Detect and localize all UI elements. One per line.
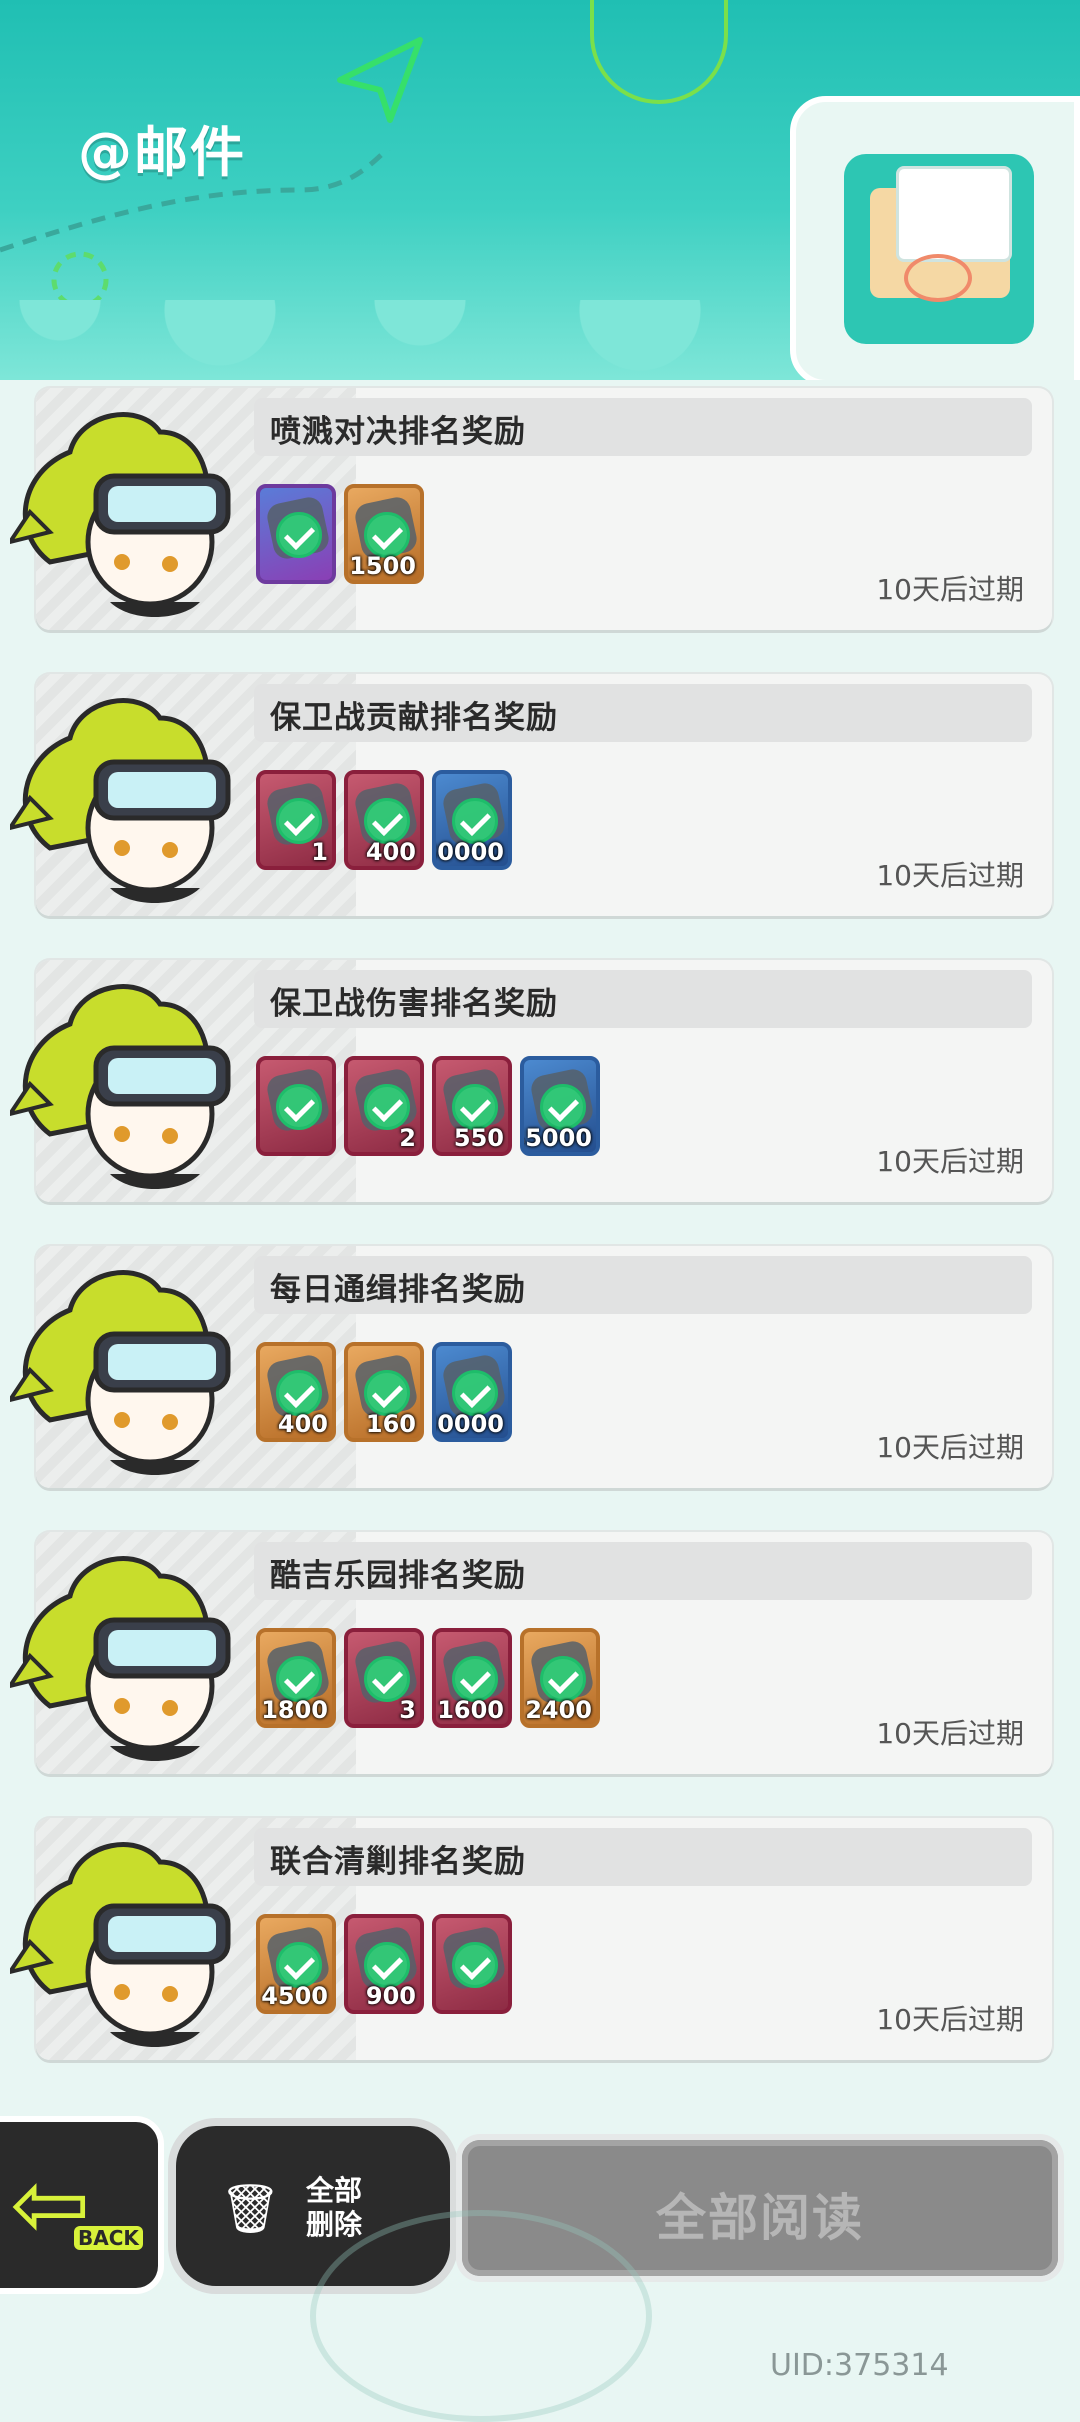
mail-title: 保卫战伤害排名奖励 xyxy=(270,986,558,1022)
reward-item[interactable]: 1 xyxy=(256,770,336,870)
delete-all-label: 全部删除 xyxy=(305,2174,362,2241)
paper-plane-icon xyxy=(337,37,423,123)
mail-title: 联合清剿排名奖励 xyxy=(270,1844,526,1880)
reward-item-quantity: 2 xyxy=(399,1124,416,1152)
reward-item-quantity: 2400 xyxy=(525,1696,592,1724)
reward-item-quantity: 900 xyxy=(365,1982,416,2010)
mail-title: 喷溅对决排名奖励 xyxy=(270,414,526,450)
page-title: @邮件 xyxy=(78,121,246,184)
reward-item[interactable]: 2 xyxy=(344,1056,424,1156)
mail-title: 每日通缉排名奖励 xyxy=(270,1272,526,1308)
trash-icon: 🗑 xyxy=(220,2181,281,2237)
mail-expiry: 10天后过期 xyxy=(876,1145,1024,1178)
mail-item[interactable]: 保卫战伤害排名奖励 2 550 45000 10天后过期 xyxy=(5,960,1052,1202)
reward-item[interactable] xyxy=(256,1056,336,1156)
reward-item-quantity: 30000 xyxy=(436,838,504,866)
mail-item[interactable]: 喷溅对决排名奖励 1500 10天后过期 xyxy=(5,388,1052,630)
reward-item[interactable]: 3 xyxy=(344,1628,424,1728)
reward-item[interactable]: 900 xyxy=(344,1914,424,2014)
sender-avatar xyxy=(5,964,240,1194)
claimed-check-icon xyxy=(276,1084,322,1130)
claimed-check-icon xyxy=(452,1942,498,1988)
reward-item[interactable]: 1800 xyxy=(256,1628,336,1728)
sender-avatar xyxy=(5,1250,240,1480)
mail-item[interactable]: 保卫战贡献排名奖励 1 400 30000 10天后过期 xyxy=(5,674,1052,916)
stamp-decoration xyxy=(310,2210,652,2422)
mail-item[interactable]: 每日通缉排名奖励 400 160 130000 10天后过期 xyxy=(5,1246,1052,1488)
smiley-decoration xyxy=(590,0,728,104)
mail-envelope-icon xyxy=(790,96,1080,380)
reward-item[interactable]: 45000 xyxy=(520,1056,600,1156)
mail-expiry: 10天后过期 xyxy=(876,1717,1024,1750)
sender-avatar xyxy=(5,1822,240,2052)
reward-item[interactable]: 2400 xyxy=(520,1628,600,1728)
mail-expiry: 10天后过期 xyxy=(876,573,1024,606)
reward-item[interactable]: 30000 xyxy=(432,770,512,870)
mail-expiry: 10天后过期 xyxy=(876,1431,1024,1464)
sender-avatar xyxy=(5,1536,240,1766)
reward-item[interactable]: 160 xyxy=(344,1342,424,1442)
reward-item-quantity: 400 xyxy=(365,838,416,866)
sender-avatar xyxy=(5,392,240,622)
reward-item[interactable]: 130000 xyxy=(432,1342,512,1442)
back-label: BACK xyxy=(74,2226,143,2250)
reward-item-quantity: 1600 xyxy=(437,1696,504,1724)
reward-item-quantity: 160 xyxy=(365,1410,416,1438)
reward-item[interactable] xyxy=(432,1914,512,2014)
reward-item-quantity: 3 xyxy=(399,1696,416,1724)
sender-avatar xyxy=(5,678,240,908)
claimed-check-icon xyxy=(276,512,322,558)
reward-item[interactable]: 1600 xyxy=(432,1628,512,1728)
reward-item-quantity: 130000 xyxy=(436,1410,504,1438)
reward-item[interactable] xyxy=(256,484,336,584)
mail-expiry: 10天后过期 xyxy=(876,859,1024,892)
reward-item-quantity: 1 xyxy=(311,838,328,866)
mail-item[interactable]: 酷吉乐园排名奖励 1800 3 1600 2400 10天后过期 xyxy=(5,1532,1052,1774)
reward-item[interactable]: 4500 xyxy=(256,1914,336,2014)
reward-item-quantity: 1500 xyxy=(349,552,416,580)
reward-item[interactable]: 550 xyxy=(432,1056,512,1156)
reward-item[interactable]: 400 xyxy=(344,770,424,870)
mail-item[interactable]: 联合清剿排名奖励 4500 900 10天后过期 xyxy=(5,1818,1052,2060)
reward-item-quantity: 45000 xyxy=(524,1124,592,1152)
mail-header: @邮件 xyxy=(0,0,1080,380)
reward-item[interactable]: 1500 xyxy=(344,484,424,584)
mail-expiry: 10天后过期 xyxy=(876,2003,1024,2036)
reward-item-quantity: 4500 xyxy=(261,1982,328,2010)
reward-item[interactable]: 400 xyxy=(256,1342,336,1442)
back-button[interactable]: ⇦ BACK xyxy=(0,2122,158,2288)
mail-title: 保卫战贡献排名奖励 xyxy=(270,700,558,736)
reward-item-quantity: 1800 xyxy=(261,1696,328,1724)
uid-label: UID:375314 xyxy=(770,2348,949,2383)
reward-item-quantity: 400 xyxy=(277,1410,328,1438)
reward-item-quantity: 550 xyxy=(453,1124,504,1152)
mail-title: 酷吉乐园排名奖励 xyxy=(270,1558,526,1594)
